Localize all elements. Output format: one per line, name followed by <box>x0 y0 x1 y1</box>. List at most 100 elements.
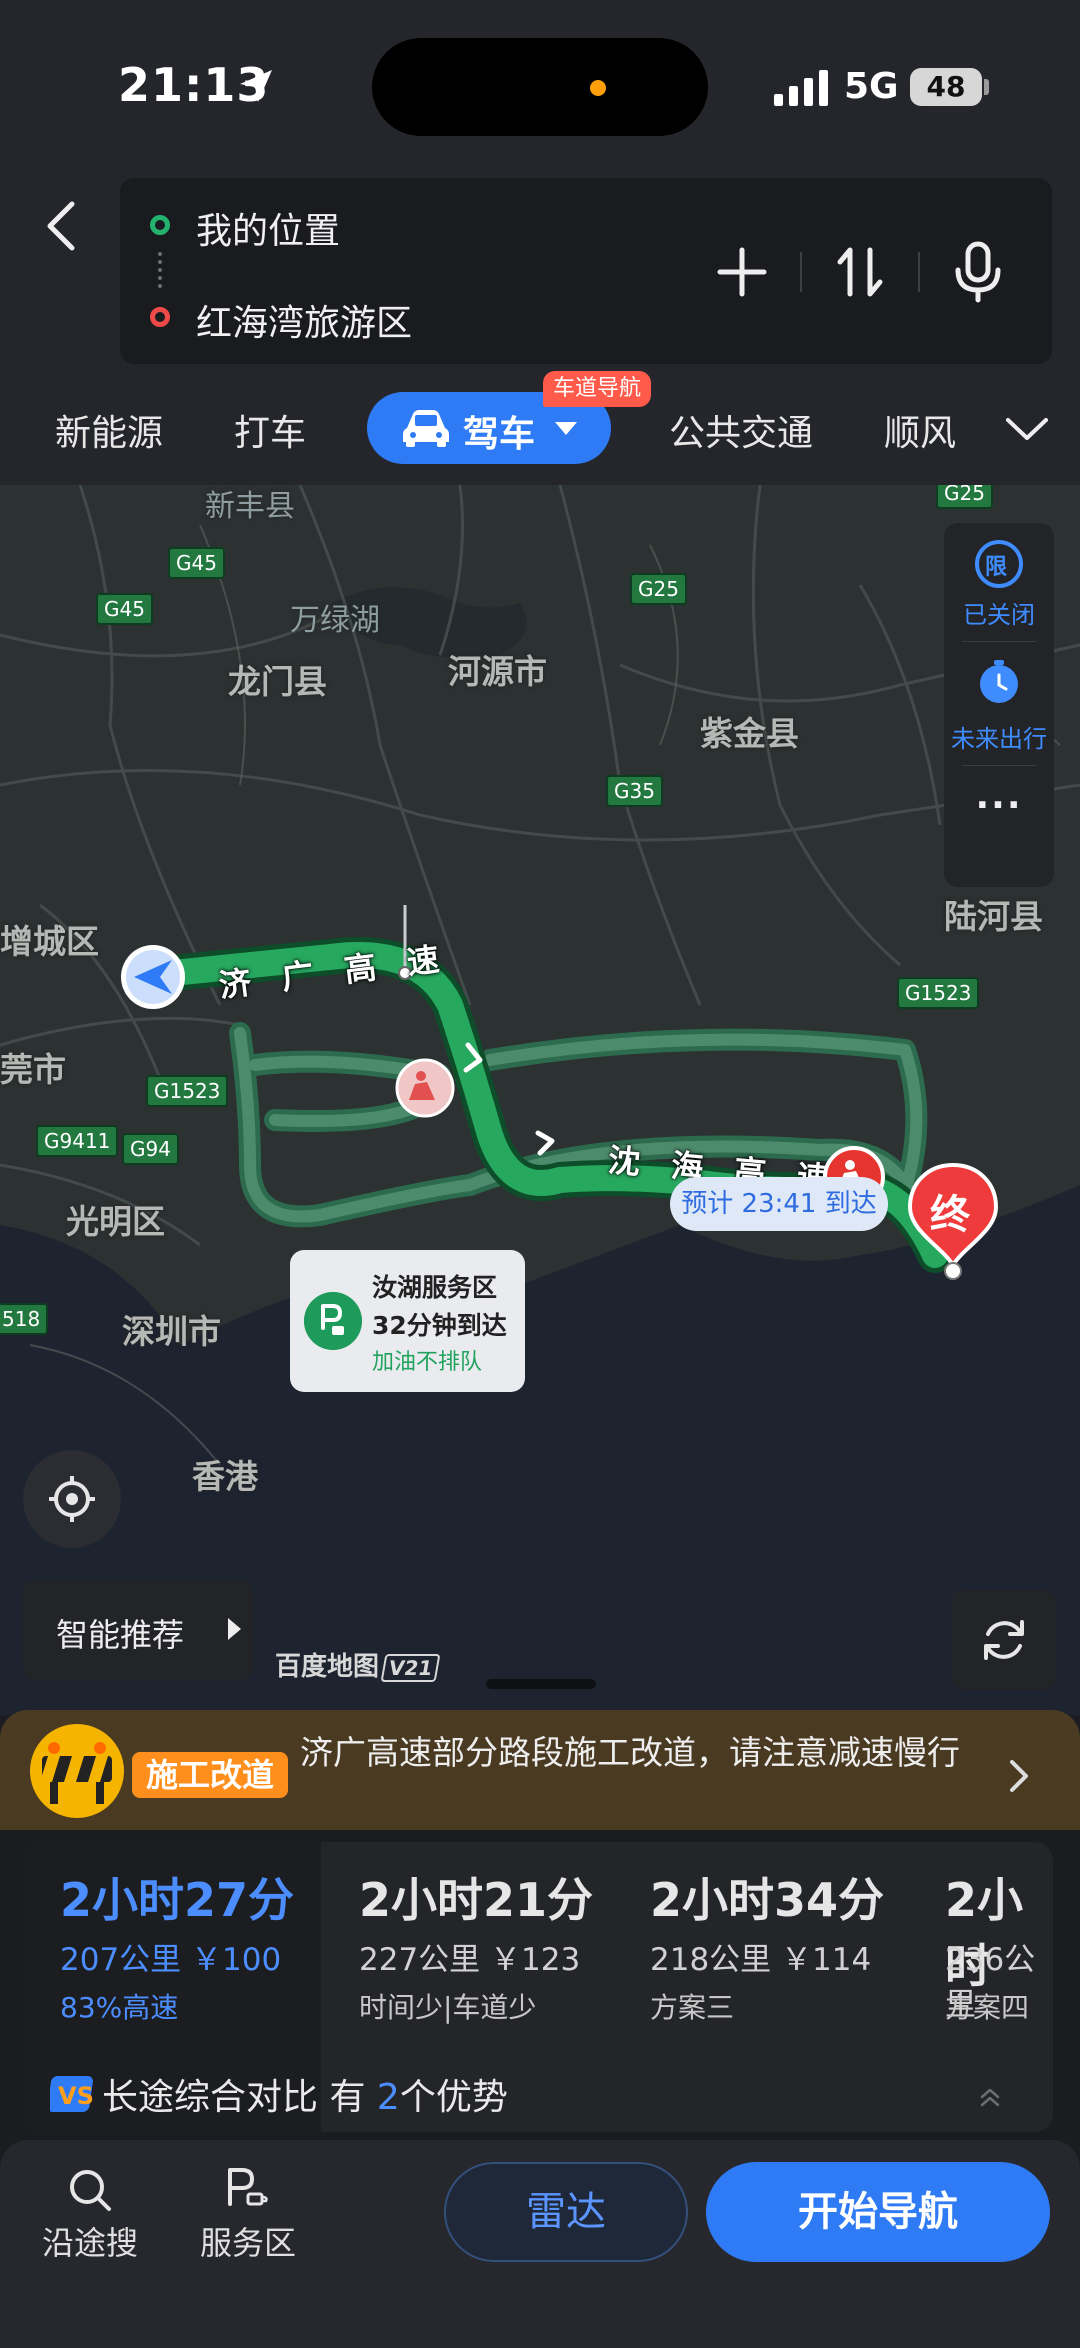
vs-text: VS <box>58 2082 94 2110</box>
speed-limit-char: 限 <box>985 555 1008 580</box>
highway-shield: 518 <box>0 1303 49 1335</box>
route-time: 2小时27分 <box>60 1873 295 1927</box>
add-waypoint-icon[interactable] <box>712 240 772 304</box>
mode-drive-label: 驾车 <box>463 414 536 455</box>
construction-notice-text: 济广高速部分路段施工改道，请注意减速慢行 <box>300 1733 960 1772</box>
clock-icon[interactable] <box>976 659 1022 705</box>
radar-button[interactable]: 雷达 <box>444 2162 688 2262</box>
divider <box>962 765 1036 766</box>
dynamic-island <box>372 38 708 136</box>
highway-shield: G1523 <box>897 977 980 1009</box>
city-label: 增城区 <box>0 922 99 961</box>
highway-shield: G25 <box>936 485 993 509</box>
highway-shield: G35 <box>606 775 663 807</box>
locate-button[interactable] <box>23 1450 121 1548</box>
battery-icon: 48 <box>910 68 982 106</box>
construction-icon <box>395 1058 455 1118</box>
eta-label: 预计 23:41 到达 <box>670 1177 888 1231</box>
top-bar: 21:13 5G 48 我的位置 红海湾旅游区 新能源 打车 驾车 公共交通 顺… <box>0 0 1080 485</box>
map-side-panel: 限 已关闭 未来出行 ··· <box>944 523 1054 887</box>
route-distance: 207公里 ￥100 <box>60 1942 282 1978</box>
route-distance: 218公里 ￥114 <box>650 1942 872 1978</box>
mode-carpool[interactable]: 顺风 <box>884 404 956 456</box>
refresh-button[interactable] <box>952 1590 1056 1690</box>
refresh-icon <box>984 1620 1024 1660</box>
chevron-right-icon[interactable] <box>1008 1758 1030 1794</box>
route-tag: 方案三 <box>650 1991 735 2024</box>
network-type: 5G <box>844 66 899 107</box>
service-area-note: 加油不排队 <box>372 1350 483 1375</box>
city-label: 光明区 <box>66 1202 165 1241</box>
route-distance: 227公里 ￥123 <box>359 1942 581 1978</box>
highway-shield: G1523 <box>146 1075 229 1107</box>
destination-marker-label: 终 <box>930 1192 970 1238</box>
expand-chevron-icon[interactable] <box>1004 414 1050 444</box>
transport-mode-bar: 新能源 打车 驾车 公共交通 顺风 <box>0 380 1080 485</box>
city-label: 河源市 <box>448 652 547 691</box>
city-label: 香港 <box>192 1457 258 1496</box>
future-trip-label[interactable]: 未来出行 <box>944 719 1054 754</box>
search-icon[interactable] <box>66 2166 114 2214</box>
play-triangle-icon <box>228 1618 241 1640</box>
city-label: 深圳市 <box>122 1312 221 1351</box>
crosshair-icon <box>49 1476 95 1522</box>
lane-navigation-badge: 车道导航 <box>543 371 652 407</box>
long-trip-compare[interactable]: 长途综合对比 有 2个优势 <box>102 2068 508 2120</box>
compare-suffix: 个优势 <box>399 2077 508 2118</box>
highway-shield: G45 <box>168 547 225 579</box>
service-area-time: 32分钟到达 <box>372 1311 507 1340</box>
divider <box>918 252 920 292</box>
sheet-drag-handle[interactable] <box>486 1679 596 1689</box>
city-label: 莞市 <box>0 1050 66 1089</box>
highway-shield: G25 <box>630 573 687 605</box>
service-area-name: 汝湖服务区 <box>372 1273 498 1302</box>
construction-tag: 施工改道 <box>132 1752 289 1798</box>
start-navigation-button[interactable]: 开始导航 <box>706 2162 1050 2262</box>
route-connector <box>158 252 162 288</box>
current-location-icon <box>121 945 185 1009</box>
speed-limit-status[interactable]: 已关闭 <box>944 595 1054 630</box>
mode-new-energy[interactable]: 新能源 <box>55 404 163 456</box>
divider <box>800 252 802 292</box>
service-area-icon[interactable] <box>222 2164 270 2212</box>
location-arrow-icon <box>240 70 272 102</box>
more-icon[interactable]: ··· <box>944 785 1054 826</box>
highway-shield: G94 <box>122 1133 179 1165</box>
swap-icon[interactable] <box>830 240 890 304</box>
mic-indicator-icon <box>590 80 606 96</box>
parking-coffee-icon <box>304 1292 362 1350</box>
mode-taxi[interactable]: 打车 <box>234 404 306 456</box>
compare-prefix: 长途综合对比 有 <box>102 2077 366 2118</box>
divider <box>962 641 1036 642</box>
highway-shield: G45 <box>96 593 153 625</box>
brand-version: V21 <box>380 1654 441 1682</box>
car-icon <box>403 410 449 447</box>
battery-nub <box>984 79 989 95</box>
city-label: 新丰县 <box>205 489 295 524</box>
brand-name: 百度地图 <box>275 1652 380 1682</box>
service-area-label[interactable]: 服务区 <box>200 2218 296 2264</box>
back-icon[interactable] <box>40 198 84 254</box>
city-label: 万绿湖 <box>290 603 380 638</box>
status-bar: 21:13 5G 48 <box>0 0 1080 175</box>
vs-icon: VS <box>50 2076 94 2112</box>
mode-public-transit[interactable]: 公共交通 <box>669 404 813 456</box>
origin-dot-icon <box>150 215 170 235</box>
map-brand: 百度地图 V21 <box>275 1646 441 1683</box>
city-label: 紫金县 <box>700 714 799 753</box>
route-time: 2小时34分 <box>650 1873 885 1927</box>
destination-dot-icon <box>150 307 170 327</box>
chevron-up-icon[interactable] <box>978 2085 1002 2109</box>
microphone-icon[interactable] <box>948 240 1008 304</box>
along-route-search-label[interactable]: 沿途搜 <box>42 2218 138 2264</box>
service-area-card[interactable]: 汝湖服务区 32分钟到达 加油不排队 <box>290 1250 525 1392</box>
map-view[interactable]: 新丰县 万绿湖 龙门县 河源市 紫金县 增城区 陆河县 莞市 光明区 深圳市 香… <box>0 485 1080 1715</box>
city-label: 龙门县 <box>228 662 327 701</box>
origin-field[interactable]: 我的位置 <box>196 202 340 254</box>
route-tag: 时间少|车道少 <box>359 1991 537 2024</box>
smart-recommend-button[interactable]: 智能推荐 <box>23 1580 253 1680</box>
chevron-down-icon <box>555 422 577 435</box>
route-tag: 方案四 <box>945 1991 1030 2024</box>
route-time: 2小时21分 <box>359 1873 594 1927</box>
destination-field[interactable]: 红海湾旅游区 <box>196 294 412 346</box>
